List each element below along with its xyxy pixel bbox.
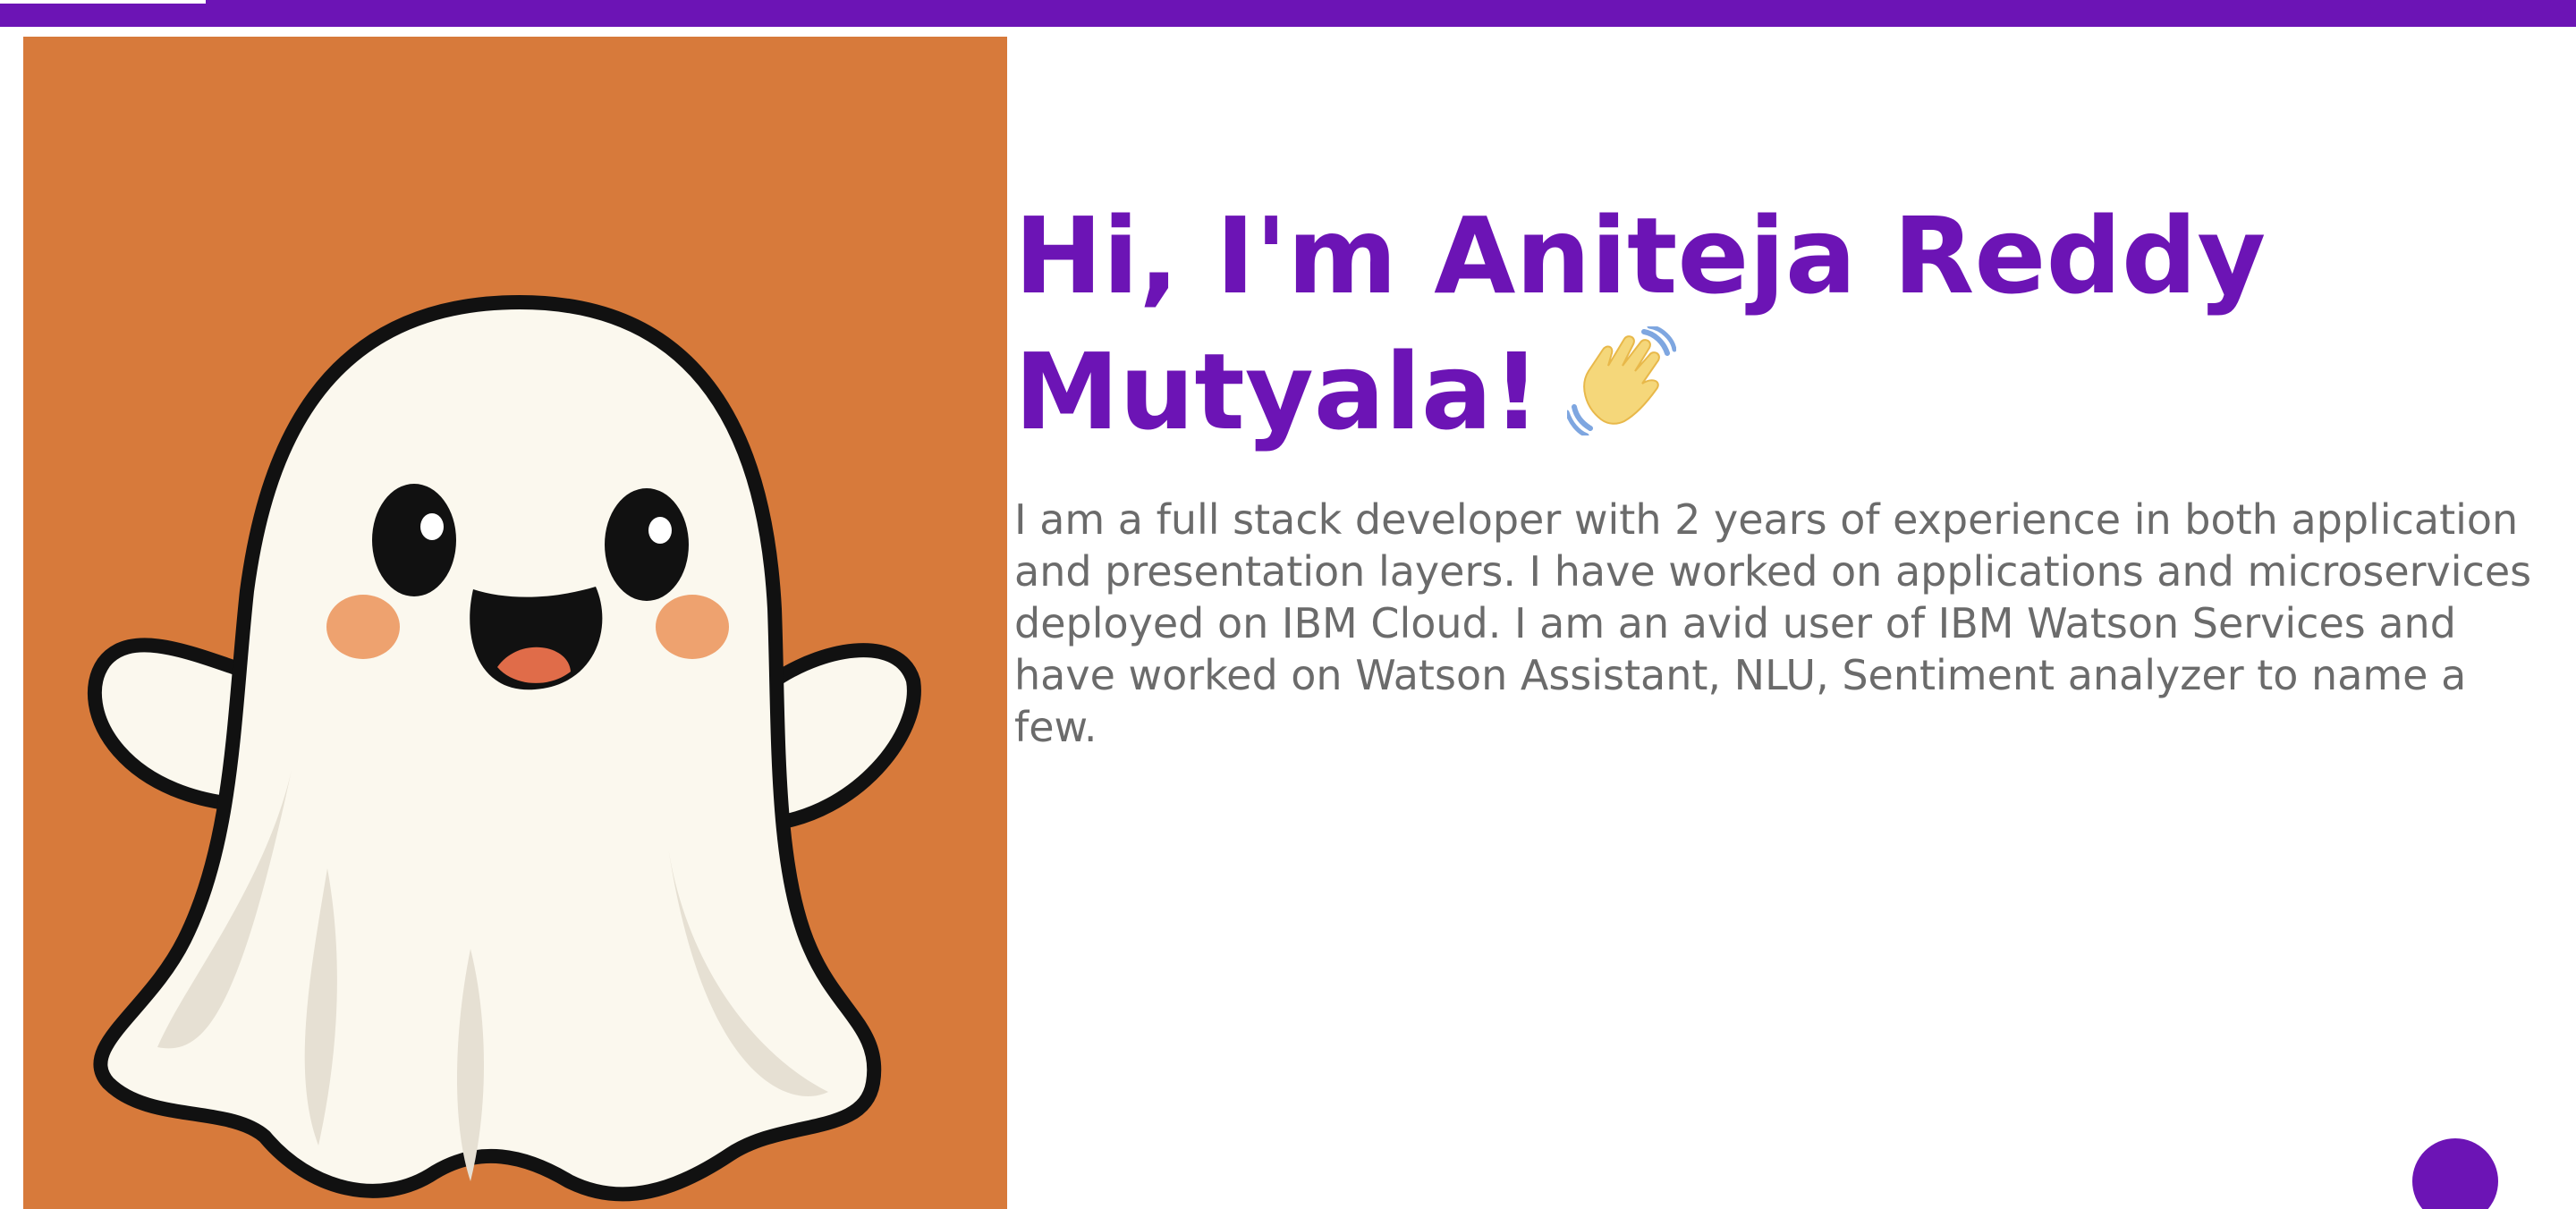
hero-title: Hi, I'm Aniteja Reddy Mutyala! [1014,188,2535,467]
intro-section: Hi, I'm Aniteja Reddy Mutyala! I am a fu… [1014,188,2535,753]
bio-text: I am a full stack developer with 2 years… [1014,495,2532,751]
page: Hi, I'm Aniteja Reddy Mutyala! I am a fu… [0,0,2576,1209]
ghost-icon [23,37,1007,1209]
top-accent-bar [0,0,2576,27]
ghost-illustration [23,37,1007,1209]
waving-hand-icon [1564,324,1677,467]
scroll-progress-indicator [0,0,207,4]
floating-action-button[interactable] [2412,1138,2498,1209]
